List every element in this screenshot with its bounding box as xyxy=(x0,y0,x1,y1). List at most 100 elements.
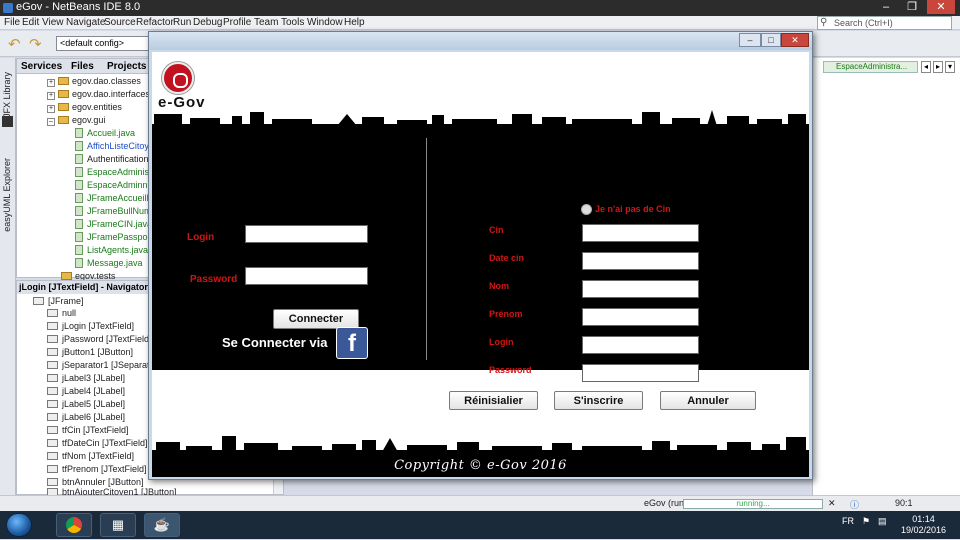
restore-icon[interactable]: ❐ xyxy=(901,0,923,14)
reg-login-field[interactable] xyxy=(582,336,699,354)
tree-item[interactable]: + egov.dao.interfaces xyxy=(47,89,150,100)
cancel-button[interactable]: Annuler xyxy=(660,391,756,410)
tree-file[interactable]: JFrameCIN.java xyxy=(75,219,152,229)
no-cin-label[interactable]: Je n'ai pas de Cin xyxy=(595,204,671,214)
tree-file[interactable]: JFrameBullNum3. xyxy=(75,206,159,216)
tree-file[interactable]: AffichListeCitoyen xyxy=(75,141,159,151)
tab-scroll-right-icon[interactable]: ▸ xyxy=(933,61,943,73)
menu-file[interactable]: File xyxy=(4,17,20,28)
menu-view[interactable]: View xyxy=(42,17,64,28)
tree-file[interactable]: EspaceAdminn.ja xyxy=(75,180,157,190)
virtualbox-icon[interactable]: ▦ xyxy=(100,513,136,537)
navigator-item[interactable]: tfNom [JTextField] xyxy=(47,451,134,461)
minimize-icon[interactable]: – xyxy=(875,0,897,14)
navigator-item[interactable]: jSeparator1 [JSeparator] xyxy=(47,360,160,370)
cancel-task-icon[interactable]: ✕ xyxy=(828,498,836,509)
flag-icon[interactable]: ⚑ xyxy=(862,516,870,527)
prenom-field[interactable] xyxy=(582,308,699,326)
tree-file[interactable]: Accueil.java xyxy=(75,128,135,138)
navigator-item[interactable]: jPassword [JTextField] xyxy=(47,334,152,344)
app-minimize-icon[interactable]: – xyxy=(739,33,761,47)
reg-password-input[interactable] xyxy=(583,365,698,381)
menu-refactor[interactable]: Refactor xyxy=(136,17,174,28)
navigator-item[interactable]: tfCin [JTextField] xyxy=(47,425,129,435)
date-cin-field[interactable] xyxy=(582,252,699,270)
collapse-icon[interactable]: – xyxy=(47,118,55,126)
password-field[interactable] xyxy=(245,267,368,285)
film-icon[interactable] xyxy=(2,116,13,127)
navigator-item[interactable]: jLabel4 [JLabel] xyxy=(47,386,125,396)
app-maximize-icon[interactable]: □ xyxy=(761,33,781,47)
java-icon[interactable]: ☕ xyxy=(144,513,180,537)
network-icon[interactable]: ▤ xyxy=(878,516,887,527)
menu-edit[interactable]: Edit xyxy=(22,17,39,28)
start-button[interactable] xyxy=(6,513,32,537)
navigator-item[interactable]: [JFrame] xyxy=(33,296,84,306)
navigator-item[interactable]: jLabel3 [JLabel] xyxy=(47,373,125,383)
navigator-item[interactable]: jLogin [JTextField] xyxy=(47,321,134,331)
tree-file[interactable]: JFrameAccueilMI xyxy=(75,193,157,203)
chrome-icon[interactable] xyxy=(56,513,92,537)
tree-file[interactable]: Message.java xyxy=(75,258,143,268)
login-input[interactable] xyxy=(246,226,367,242)
cin-field[interactable] xyxy=(582,224,699,242)
nom-input[interactable] xyxy=(583,281,698,297)
date-cin-input[interactable] xyxy=(583,253,698,269)
undo-icon[interactable]: ↶ xyxy=(8,35,21,53)
search-input[interactable]: ⚲ Search (Ctrl+I) xyxy=(817,16,952,30)
side-tab-jfx-library[interactable]: JFX Library xyxy=(2,72,12,118)
no-cin-radio[interactable] xyxy=(581,204,592,215)
menu-debug[interactable]: Debug xyxy=(193,17,222,28)
menu-window[interactable]: Window xyxy=(307,17,343,28)
tree-file[interactable]: ListAgents.java xyxy=(75,245,148,255)
menu-source[interactable]: Source xyxy=(104,17,136,28)
navigator-item[interactable]: btnAnnuler [JButton] xyxy=(47,477,144,487)
menu-help[interactable]: Help xyxy=(344,17,365,28)
tab-list-icon[interactable]: ▾ xyxy=(945,61,955,73)
navigator-item[interactable]: jButton1 [JButton] xyxy=(47,347,133,357)
menu-run[interactable]: Run xyxy=(173,17,191,28)
connect-button[interactable]: Connecter xyxy=(273,309,359,329)
expand-icon[interactable]: + xyxy=(47,79,55,87)
menu-tools[interactable]: Tools xyxy=(281,17,304,28)
menu-navigate[interactable]: Navigate xyxy=(66,17,105,28)
tree-file-selected[interactable]: Authentification.j xyxy=(75,154,153,164)
tree-item[interactable]: + egov.entities xyxy=(47,102,122,113)
tab-scroll-left-icon[interactable]: ◂ xyxy=(921,61,931,73)
tree-item[interactable]: – egov.gui xyxy=(47,115,105,126)
app-close-icon[interactable]: ✕ xyxy=(781,33,809,47)
notifications-icon[interactable]: ⓘ xyxy=(850,498,859,511)
menu-profile[interactable]: Profile xyxy=(223,17,251,28)
reg-login-input[interactable] xyxy=(583,337,698,353)
navigator-item[interactable]: jLabel5 [JLabel] xyxy=(47,399,125,409)
config-select[interactable]: <default config> xyxy=(56,36,156,51)
language-indicator[interactable]: FR xyxy=(842,516,854,526)
redo-icon[interactable]: ↷ xyxy=(29,35,42,53)
password-input[interactable] xyxy=(246,268,367,284)
login-field[interactable] xyxy=(245,225,368,243)
reset-button[interactable]: Réinisialier xyxy=(449,391,538,410)
tree-file[interactable]: JFramePassport. xyxy=(75,232,156,242)
expand-icon[interactable]: + xyxy=(47,92,55,100)
navigator-item[interactable]: tfPrenom [JTextField] xyxy=(47,464,147,474)
close-icon[interactable]: ✕ xyxy=(927,0,955,14)
tree-item[interactable]: + egov.dao.classes xyxy=(47,76,141,87)
navigator-item[interactable]: null xyxy=(47,308,76,318)
navigator-item[interactable]: tfDateCin [JTextField] xyxy=(47,438,148,448)
side-tab-easyuml[interactable]: easyUML Explorer xyxy=(2,158,12,232)
navigator-item[interactable]: jLabel6 [JLabel] xyxy=(47,412,125,422)
editor-tab[interactable]: EspaceAdministra... xyxy=(823,61,918,73)
tab-services[interactable]: Services xyxy=(21,61,62,72)
clock[interactable]: 01:14 19/02/2016 xyxy=(901,514,946,536)
cin-input[interactable] xyxy=(583,225,698,241)
facebook-icon[interactable]: f xyxy=(336,327,368,359)
tree-file[interactable]: EspaceAdministra xyxy=(75,167,160,177)
prenom-input[interactable] xyxy=(583,309,698,325)
reg-password-field[interactable] xyxy=(582,364,699,382)
register-button[interactable]: S'inscrire xyxy=(554,391,643,410)
tab-files[interactable]: Files xyxy=(71,61,94,72)
nom-field[interactable] xyxy=(582,280,699,298)
expand-icon[interactable]: + xyxy=(47,105,55,113)
tab-projects[interactable]: Projects xyxy=(107,61,146,72)
menu-team[interactable]: Team xyxy=(254,17,278,28)
